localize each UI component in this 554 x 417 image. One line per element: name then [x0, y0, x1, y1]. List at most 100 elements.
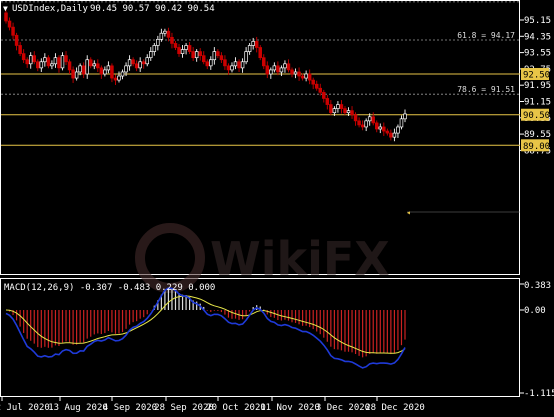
candle-body	[74, 71, 79, 79]
candle-body	[244, 51, 248, 63]
candle-body	[262, 57, 266, 67]
candle-body	[322, 91, 326, 99]
chart-window[interactable]: WikiFX 50.0 = 96.04 61.8 = 94.17 78.6 = 91…	[0, 0, 554, 417]
candle-body	[367, 116, 372, 122]
candle-body	[184, 45, 188, 50]
candle-body	[378, 126, 383, 130]
price-level-badge-label: 89.00	[523, 142, 550, 152]
candle-body	[113, 77, 118, 81]
candle-body	[96, 63, 100, 69]
candle-body	[251, 41, 255, 46]
candle-body	[177, 47, 181, 54]
candle-body	[117, 75, 121, 81]
candle-body	[343, 108, 347, 114]
fib-level-label: 78.6 = 91.51	[457, 85, 515, 94]
candle-body	[14, 34, 19, 46]
candle-body	[81, 65, 86, 75]
candle-body	[180, 49, 185, 54]
candle-body	[247, 45, 252, 52]
candle-body	[364, 120, 368, 128]
fib-level-label: 61.8 = 94.17	[457, 31, 515, 40]
price-level-badge-label: 90.50	[523, 111, 550, 121]
candle-body	[297, 71, 301, 77]
candle-body	[11, 26, 15, 36]
price-tick-label: 91.95	[524, 81, 551, 91]
candle-body	[194, 51, 199, 59]
candle-body	[392, 132, 397, 138]
candle-body	[226, 65, 231, 71]
macd-tick-label: 0.00	[524, 306, 546, 316]
candle-body	[346, 110, 351, 114]
price-tick-label: 91.15	[524, 98, 551, 108]
candle-body	[88, 59, 93, 67]
candle-body	[170, 36, 174, 44]
price-tick-label: 89.55	[524, 130, 551, 140]
watermark-text: WikiFX	[210, 232, 390, 286]
candle-body	[350, 110, 354, 116]
candle-body	[131, 59, 135, 65]
candle-body	[39, 61, 44, 69]
level-lines: 50.0 = 96.04 61.8 = 94.17 78.6 = 91.51	[1, 0, 520, 146]
candle-body	[209, 59, 213, 67]
candle-body	[272, 65, 277, 71]
price-tick-label: 94.35	[524, 32, 551, 42]
candle-body	[57, 57, 61, 69]
candle-body	[141, 61, 146, 65]
candle-body	[286, 63, 291, 71]
price-tick-label: 93.55	[524, 49, 551, 59]
candle-body	[385, 130, 390, 134]
candle-body	[156, 39, 160, 46]
symbol-title: USDIndex,Daily	[12, 4, 88, 14]
candle-body	[120, 71, 125, 77]
candle-body	[103, 69, 107, 75]
candle-body	[254, 41, 259, 48]
candle-body	[389, 132, 393, 138]
candle-body	[212, 51, 217, 61]
candle-body	[127, 59, 132, 67]
candle-body	[124, 65, 128, 73]
candle-body	[53, 57, 58, 65]
candle-body	[78, 65, 82, 73]
candle-body	[50, 63, 54, 67]
candle-body	[43, 57, 47, 63]
candle-body	[304, 73, 308, 79]
candle-body	[269, 69, 273, 75]
macd-axis: 0.383 0.00 -1.115	[520, 281, 554, 399]
candle-body	[85, 59, 89, 75]
candle-body	[314, 83, 319, 89]
candle-body	[371, 116, 375, 124]
candle-body	[279, 67, 284, 73]
time-tick-label: 11 Nov 2020	[260, 403, 320, 413]
price-tick-label: 95.15	[524, 16, 551, 26]
candle-body	[403, 113, 407, 120]
candle-body	[18, 45, 22, 54]
time-tick-label: 28 Sep 2020	[154, 403, 214, 413]
candle-body	[382, 126, 386, 132]
candle-body	[276, 65, 280, 73]
candle-body	[21, 53, 26, 61]
candle-body	[293, 71, 298, 75]
candle-body	[99, 67, 104, 75]
candle-body	[223, 59, 227, 67]
candle-body	[258, 47, 262, 59]
candle-body	[265, 65, 270, 75]
candle-body	[318, 87, 323, 93]
current-price-marker-icon: ◂	[406, 208, 411, 217]
time-tick-label: 13 Aug 2020	[48, 403, 108, 413]
candle-body	[32, 55, 36, 63]
candle-body	[290, 69, 294, 75]
macd-tick-label: -1.115	[524, 389, 554, 399]
candle-body	[339, 104, 344, 109]
time-tick-label: 20 Oct 2020	[206, 403, 266, 413]
candle-body	[201, 55, 206, 63]
price-axis[interactable]: 95.1594.3593.5592.7591.9591.1590.3589.55…	[520, 16, 551, 156]
candle-body	[36, 61, 40, 69]
time-tick-label: 22 Jul 2020	[0, 403, 50, 413]
price-level-badge-label: 92.50	[523, 70, 550, 80]
candle-body	[283, 63, 287, 69]
candle-body	[166, 30, 171, 38]
chart-menu-icon[interactable]: ▼	[3, 4, 8, 13]
candle-body	[4, 12, 8, 22]
time-tick-label: 28 Dec 2020	[365, 403, 425, 413]
macd-tick-label: 0.383	[524, 281, 551, 291]
